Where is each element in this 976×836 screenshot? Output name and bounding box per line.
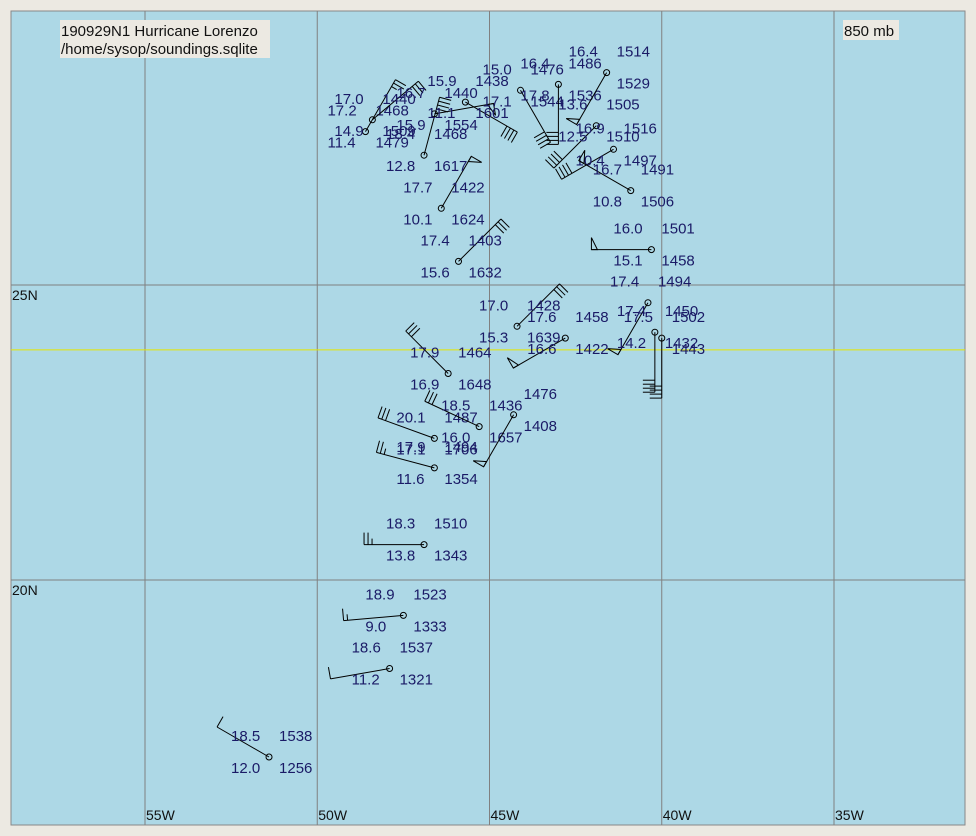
temperature-label: 16.4 <box>569 44 598 61</box>
height-label: 1632 <box>468 264 501 281</box>
height-label: 1354 <box>444 471 477 488</box>
temperature-label: 17.9 <box>410 345 439 362</box>
height-label: 1343 <box>434 548 467 565</box>
temperature-label: 17.4 <box>610 274 639 291</box>
upper-height-label: 1510 <box>434 516 467 533</box>
dewpoint-label: 15.1 <box>613 253 642 270</box>
dewpoint-label: 16.6 <box>527 341 556 358</box>
upper-height-label: 1491 <box>641 162 674 179</box>
height-label: 1648 <box>458 377 491 394</box>
height-label: 1422 <box>575 341 608 358</box>
height-label: 1256 <box>279 760 312 777</box>
upper-height-label: 1502 <box>672 309 705 326</box>
temperature-label: 16.7 <box>396 85 425 102</box>
upper-height-label: 1505 <box>606 97 639 114</box>
ocean-background <box>10 10 966 826</box>
dewpoint-label: 16.9 <box>410 377 439 394</box>
height-label: 1333 <box>413 618 446 635</box>
dewpoint-label: 12.8 <box>386 158 415 175</box>
temperature-label: 18.5 <box>231 728 260 745</box>
height-label: 1624 <box>451 211 484 228</box>
data-source-path: /home/sysop/soundings.sqlite <box>61 41 258 58</box>
temperature-label: 17.5 <box>624 309 653 326</box>
upper-height-label: 1516 <box>624 120 657 137</box>
temperature-label: 17.7 <box>403 179 432 196</box>
temperature-label: 18.9 <box>365 586 394 603</box>
upper-height-label: 1501 <box>661 221 694 238</box>
upper-height-label: 1476 <box>524 386 557 403</box>
temperature-label: 16.0 <box>613 221 642 238</box>
dewpoint-label: 13.8 <box>386 548 415 565</box>
dewpoint-label: 14.9 <box>334 123 363 140</box>
dewpoint-label: 17.1 <box>483 93 512 110</box>
temperature-label: 15.0 <box>483 61 512 78</box>
dewpoint-label: 15.3 <box>479 329 508 346</box>
temperature-label: 16.9 <box>576 120 605 137</box>
temperature-label: 16.4 <box>520 55 549 72</box>
lon-tick-label: 45W <box>491 807 521 823</box>
temperature-label: 17.0 <box>334 91 363 108</box>
height-label: 1458 <box>661 253 694 270</box>
height-label: 1408 <box>524 418 557 435</box>
dewpoint-label: 11.2 <box>352 672 380 689</box>
temperature-label: 17.0 <box>479 297 508 314</box>
upper-height-label: 1436 <box>489 398 522 415</box>
temperature-label: 20.1 <box>396 409 425 426</box>
height-label: 1321 <box>400 672 433 689</box>
temperature-label: 17.4 <box>420 232 449 249</box>
height-label: 1506 <box>641 194 674 211</box>
dewpoint-label: 17.8 <box>520 87 549 104</box>
temperature-label: 16.7 <box>593 162 622 179</box>
upper-height-label: 1514 <box>617 44 650 61</box>
temperature-label: 15.9 <box>427 73 456 90</box>
dewpoint-label: 12.0 <box>231 760 260 777</box>
dewpoint-label: 11.1 <box>427 105 455 122</box>
wind-barb-half <box>346 614 349 621</box>
lat-tick-label: 20N <box>12 582 38 598</box>
map-title: 190929N1 Hurricane Lorenzo <box>61 23 258 40</box>
dewpoint-label: 10.8 <box>593 194 622 211</box>
temperature-label: 18.5 <box>441 398 470 415</box>
pressure-level-label: 850 mb <box>844 23 894 40</box>
height-label: 1617 <box>434 158 467 175</box>
upper-height-label: 1538 <box>279 728 312 745</box>
dewpoint-label: 15.6 <box>420 264 449 281</box>
upper-height-label: 1422 <box>451 179 484 196</box>
temperature-label: 18.3 <box>386 516 415 533</box>
dewpoint-label: 11.6 <box>396 471 424 488</box>
lon-tick-label: 55W <box>146 807 176 823</box>
temperature-label: 18.6 <box>352 640 381 657</box>
temperature-label: 13.6 <box>558 97 587 114</box>
temperature-label: 17.6 <box>527 309 556 326</box>
dewpoint-label: 15.9 <box>396 117 425 134</box>
lon-tick-label: 50W <box>318 807 348 823</box>
upper-height-label: 1523 <box>413 586 446 603</box>
lon-tick-label: 35W <box>835 807 865 823</box>
upper-height-label: 1458 <box>575 309 608 326</box>
lat-tick-label: 25N <box>12 287 38 303</box>
upper-height-label: 1537 <box>400 640 433 657</box>
height-label: 1657 <box>489 430 522 447</box>
sounding-map: 55W 50W 45W 40W 35W 20N 25N 18.5 12.0 1538 1256 18… <box>0 0 976 836</box>
upper-height-label: 1464 <box>458 345 491 362</box>
upper-height-label: 1494 <box>658 274 691 291</box>
dewpoint-label: 10.1 <box>403 211 432 228</box>
dewpoint-label: 16.0 <box>441 430 470 447</box>
upper-height-label: 1403 <box>468 232 501 249</box>
dewpoint-label: 17.1 <box>396 441 425 458</box>
dewpoint-label: 9.0 <box>365 618 386 635</box>
lon-tick-label: 40W <box>663 807 693 823</box>
height-label: 1443 <box>672 341 705 358</box>
height-label: 1529 <box>617 76 650 93</box>
dewpoint-label: 14.2 <box>617 335 646 352</box>
